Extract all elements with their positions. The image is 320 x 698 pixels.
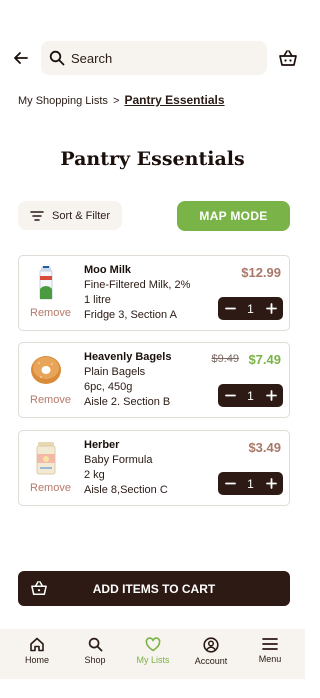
nav-shop-label: Shop xyxy=(84,655,106,665)
remove-link[interactable]: Remove xyxy=(30,307,71,319)
nav-account-label: Account xyxy=(194,656,228,666)
list-item: Remove Moo Milk Fine-Filtered Milk, 2% 1… xyxy=(18,255,290,331)
minus-icon xyxy=(224,394,236,397)
breadcrumb-separator: > xyxy=(112,95,120,107)
page-title: Pantry Essentials xyxy=(60,148,245,170)
item-size: 2 kg xyxy=(84,469,105,481)
top-bar xyxy=(0,41,305,75)
quantity-value: 1 xyxy=(247,388,254,403)
sort-icon xyxy=(30,210,44,221)
item-sale-price: $7.49 xyxy=(248,352,281,367)
list-item: Remove Herber Baby Formula 2 kg Aisle 8,… xyxy=(18,430,290,506)
item-description: Fine-Filtered Milk, 2% xyxy=(84,279,191,291)
search-bar[interactable] xyxy=(41,41,267,75)
item-name: Herber xyxy=(84,439,120,451)
bagel-image xyxy=(31,356,61,384)
breadcrumb: My Shopping Lists > Pantry Essentials xyxy=(18,93,225,107)
remove-link[interactable]: Remove xyxy=(30,394,71,406)
item-size: 6pc, 450g xyxy=(84,381,133,393)
item-description: Plain Bagels xyxy=(84,366,146,378)
breadcrumb-current[interactable]: Pantry Essentials xyxy=(124,93,224,107)
item-price: $3.49 xyxy=(248,440,281,455)
increase-button[interactable] xyxy=(265,478,277,490)
increase-button[interactable] xyxy=(265,303,277,315)
item-name: Heavenly Bagels xyxy=(84,351,172,363)
add-items-to-cart-button[interactable]: ADD ITEMS TO CART xyxy=(18,571,290,606)
basket-icon xyxy=(31,581,47,595)
quantity-value: 1 xyxy=(247,301,254,316)
nav-home[interactable]: Home xyxy=(12,637,62,665)
heart-icon xyxy=(145,637,161,652)
decrease-button[interactable] xyxy=(224,303,236,315)
breadcrumb-parent[interactable]: My Shopping Lists xyxy=(18,95,108,107)
quantity-value: 1 xyxy=(247,476,254,491)
plus-icon xyxy=(265,303,277,314)
item-location: Fridge 3, Section A xyxy=(84,309,177,321)
quantity-stepper: 1 xyxy=(218,384,283,407)
item-original-price: $9.49 xyxy=(211,353,239,365)
map-mode-button[interactable]: MAP MODE xyxy=(177,201,290,231)
nav-home-label: Home xyxy=(24,655,49,665)
item-price: $12.99 xyxy=(241,265,281,280)
item-description: Baby Formula xyxy=(84,454,153,466)
sort-filter-button[interactable]: Sort & Filter xyxy=(18,201,122,230)
increase-button[interactable] xyxy=(265,390,277,402)
item-size: 1 litre xyxy=(84,294,111,306)
list-item: Remove Heavenly Bagels Plain Bagels 6pc,… xyxy=(18,342,290,418)
menu-icon xyxy=(262,638,278,650)
minus-icon xyxy=(224,482,236,485)
add-items-to-cart-label: ADD ITEMS TO CART xyxy=(92,581,216,596)
plus-icon xyxy=(265,390,277,401)
remove-link[interactable]: Remove xyxy=(30,482,71,494)
search-icon xyxy=(49,50,65,66)
map-mode-label: MAP MODE xyxy=(199,209,268,223)
search-input[interactable] xyxy=(71,41,261,75)
sort-filter-label: Sort & Filter xyxy=(52,209,111,222)
nav-menu-label: Menu xyxy=(258,654,282,664)
back-arrow-icon[interactable] xyxy=(12,49,30,67)
item-location: Aisle 2. Section B xyxy=(84,396,171,408)
basket-icon[interactable] xyxy=(278,49,298,67)
formula-tin-image xyxy=(36,442,56,475)
item-location: Aisle 8,Section C xyxy=(84,484,168,496)
nav-account[interactable]: Account xyxy=(186,637,236,666)
nav-menu[interactable]: Menu xyxy=(245,637,295,664)
minus-icon xyxy=(224,307,236,310)
plus-icon xyxy=(265,478,277,489)
bottom-navigation: Home Shop My Lists Account Menu xyxy=(0,629,305,679)
quantity-stepper: 1 xyxy=(218,472,283,495)
search-icon xyxy=(88,637,102,652)
nav-my-lists[interactable]: My Lists xyxy=(128,637,178,665)
decrease-button[interactable] xyxy=(224,478,236,490)
nav-my-lists-label: My Lists xyxy=(136,655,170,665)
nav-shop[interactable]: Shop xyxy=(70,637,120,665)
account-icon xyxy=(203,637,219,653)
item-name: Moo Milk xyxy=(84,264,132,276)
quantity-stepper: 1 xyxy=(218,297,283,320)
decrease-button[interactable] xyxy=(224,390,236,402)
milk-carton-image xyxy=(39,266,53,300)
home-icon xyxy=(30,637,44,652)
